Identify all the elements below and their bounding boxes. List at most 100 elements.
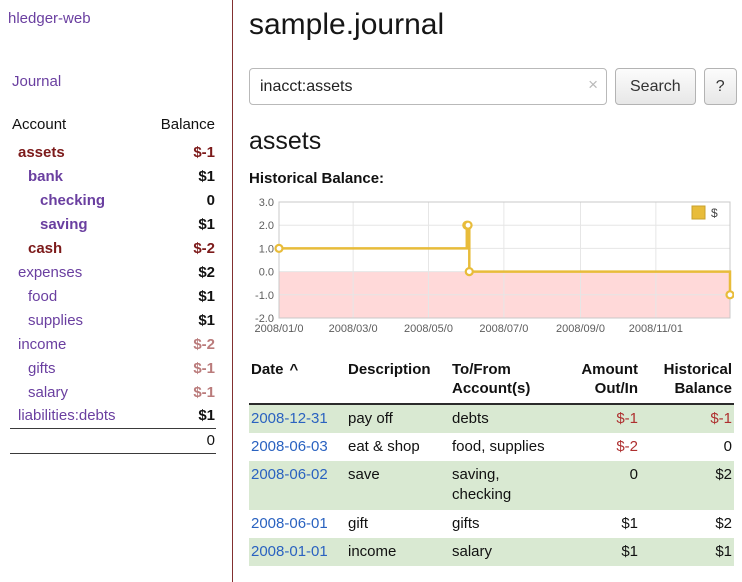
transaction-description: eat & shop — [346, 433, 450, 461]
transaction-date-link[interactable]: 2008-12-31 — [249, 404, 346, 433]
chart-title: Historical Balance: — [249, 170, 737, 187]
transaction-accounts: food, supplies — [450, 433, 562, 461]
svg-text:2008/05/0: 2008/05/0 — [404, 323, 453, 335]
register-header-row: Date^ Description To/From Account(s) Amo… — [249, 359, 734, 404]
account-balance: $-2 — [144, 236, 216, 260]
account-row-saving: saving $1 — [10, 212, 216, 236]
account-link-liabilities-debts[interactable]: liabilities:debts — [18, 407, 116, 424]
balance-step-chart: 3.02.01.00.0-1.0-2.02008/01/02008/03/020… — [249, 195, 734, 341]
account-row-food: food $1 — [10, 284, 216, 308]
account-balance: $1 — [144, 284, 216, 308]
accounts-total-spacer — [10, 428, 144, 453]
transaction-amount: $-2 — [562, 433, 640, 461]
transaction-date-link[interactable]: 2008-06-03 — [249, 433, 346, 461]
transaction-date-link[interactable]: 2008-06-01 — [249, 510, 346, 538]
account-link-food[interactable]: food — [28, 288, 57, 305]
account-balance: $2 — [144, 260, 216, 284]
account-link-bank[interactable]: bank — [28, 168, 63, 185]
register-row: 2008-01-01 income salary $1 $1 — [249, 538, 734, 566]
sort-ascending-icon: ^ — [290, 361, 299, 378]
account-link-supplies[interactable]: supplies — [28, 312, 83, 329]
svg-text:2008/07/0: 2008/07/0 — [479, 323, 528, 335]
svg-text:$: $ — [711, 206, 718, 220]
account-row-bank: bank $1 — [10, 164, 216, 188]
register-row: 2008-06-02 save saving, checking 0 $2 — [249, 461, 734, 510]
help-button[interactable]: ? — [704, 68, 737, 105]
account-link-assets[interactable]: assets — [18, 144, 65, 161]
transaction-amount: $1 — [562, 538, 640, 566]
transaction-balance: $2 — [640, 510, 734, 538]
date-header-label: Date — [251, 361, 284, 378]
account-row-salary: salary $-1 — [10, 380, 216, 404]
account-row-supplies: supplies $1 — [10, 308, 216, 332]
search-button[interactable]: Search — [615, 68, 696, 105]
page-title: sample.journal — [249, 8, 737, 42]
transaction-description: gift — [346, 510, 450, 538]
register-header-balance: Historical Balance — [640, 359, 734, 404]
account-link-salary[interactable]: salary — [28, 384, 68, 401]
main-content: sample.journal × Search ? assets Histori… — [233, 0, 742, 582]
tofrom-header-line1: To/From — [452, 361, 558, 380]
transaction-date-link[interactable]: 2008-01-01 — [249, 538, 346, 566]
svg-text:3.0: 3.0 — [259, 197, 274, 209]
account-balance: $-1 — [144, 140, 216, 164]
svg-text:0.0: 0.0 — [259, 267, 274, 279]
accounts-header-row: Account Balance — [10, 114, 216, 140]
balance-header-line1: Historical — [642, 361, 732, 380]
account-heading: assets — [249, 127, 737, 156]
transaction-amount: 0 — [562, 461, 640, 510]
transaction-description: save — [346, 461, 450, 510]
account-row-assets: assets $-1 — [10, 140, 216, 164]
account-row-checking: checking 0 — [10, 188, 216, 212]
historical-balance-chart: 3.02.01.00.0-1.0-2.02008/01/02008/03/020… — [249, 195, 734, 345]
transaction-balance: $1 — [640, 538, 734, 566]
account-link-gifts[interactable]: gifts — [28, 360, 56, 377]
transaction-balance: $-1 — [640, 404, 734, 433]
transaction-balance: $2 — [640, 461, 734, 510]
accounts-header-balance: Balance — [144, 114, 216, 140]
transaction-date-link[interactable]: 2008-06-02 — [249, 461, 346, 510]
register-header-amount: Amount Out/In — [562, 359, 640, 404]
register-header-date[interactable]: Date ^ — [249, 359, 346, 404]
sidebar-item-journal[interactable]: Journal — [8, 73, 232, 90]
account-balance: $1 — [144, 404, 216, 428]
account-row-liabilities-debts: liabilities:debts $1 — [10, 404, 216, 428]
account-balance: $-1 — [144, 356, 216, 380]
account-row-income: income $-2 — [10, 332, 216, 356]
accounts-header-account: Account — [10, 114, 144, 140]
search-box: × — [249, 68, 607, 105]
account-row-expenses: expenses $2 — [10, 260, 216, 284]
accounts-table: Account Balance assets $-1 bank $1 check… — [10, 114, 216, 454]
register-header-tofrom: To/From Account(s) — [450, 359, 562, 404]
sidebar: hledger-web Journal Account Balance asse… — [0, 0, 233, 582]
account-balance: $1 — [144, 308, 216, 332]
transaction-accounts: saving, checking — [450, 461, 562, 510]
svg-text:2.0: 2.0 — [259, 220, 274, 232]
account-balance: 0 — [144, 188, 216, 212]
account-link-expenses[interactable]: expenses — [18, 264, 82, 281]
svg-text:2008/01/0: 2008/01/0 — [255, 323, 304, 335]
register-row: 2008-06-03 eat & shop food, supplies $-2… — [249, 433, 734, 461]
clear-search-icon[interactable]: × — [588, 76, 598, 93]
register-table: Date^ Description To/From Account(s) Amo… — [249, 359, 734, 566]
transaction-description: income — [346, 538, 450, 566]
svg-text:-1.0: -1.0 — [255, 290, 274, 302]
register-row: 2008-12-31 pay off debts $-1 $-1 — [249, 404, 734, 433]
register-row: 2008-06-01 gift gifts $1 $2 — [249, 510, 734, 538]
account-link-saving[interactable]: saving — [40, 216, 88, 233]
amount-header-line1: Amount — [564, 361, 638, 380]
account-link-income[interactable]: income — [18, 336, 66, 353]
app-brand-link[interactable]: hledger-web — [8, 10, 91, 27]
transaction-amount: $-1 — [562, 404, 640, 433]
tofrom-header-line2: Account(s) — [452, 380, 558, 399]
svg-text:2008/03/0: 2008/03/0 — [329, 323, 378, 335]
account-link-cash[interactable]: cash — [28, 240, 62, 257]
svg-text:2008/09/0: 2008/09/0 — [556, 323, 605, 335]
app: hledger-web Journal Account Balance asse… — [0, 0, 742, 582]
amount-header-line2: Out/In — [564, 380, 638, 399]
account-link-checking[interactable]: checking — [40, 192, 105, 209]
transaction-accounts: debts — [450, 404, 562, 433]
search-input[interactable] — [249, 68, 607, 105]
accounts-total-row: 0 — [10, 428, 216, 453]
account-row-cash: cash $-2 — [10, 236, 216, 260]
